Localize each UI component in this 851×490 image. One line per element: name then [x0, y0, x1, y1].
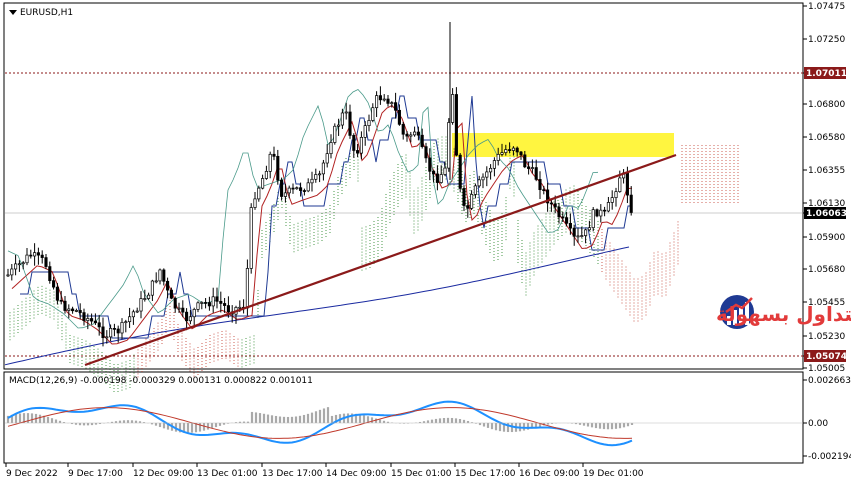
price-label: 1.05230: [808, 332, 845, 342]
price-label: 1.05005: [808, 364, 845, 374]
time-label: 16 Dec 09:00: [519, 469, 580, 479]
macd-label: MACD(12,26,9) -0.000198 -0.000329 0.0001…: [9, 376, 313, 386]
time-label: 14 Dec 09:00: [326, 469, 387, 479]
price-label: 1.06580: [808, 133, 845, 143]
chart-canvas[interactable]: EURUSD,H1 التداول بسهولة 1.074751.072501…: [0, 0, 851, 486]
price-label: 1.07250: [808, 35, 845, 45]
price-label: 1.05455: [808, 298, 845, 308]
price-label: 1.06800: [808, 100, 845, 110]
price-tag-label: 1.05074: [806, 352, 847, 362]
price-label: 1.05900: [808, 233, 845, 243]
time-label: 12 Dec 09:00: [133, 469, 194, 479]
time-label: 15 Dec 01:00: [391, 469, 452, 479]
macd-scale-label: -0.002194: [808, 452, 851, 462]
price-label: 1.07475: [808, 2, 845, 12]
time-label: 15 Dec 17:00: [455, 469, 516, 479]
macd-scale-label: 0.002663: [808, 376, 851, 386]
macd-scale-label: 0.00: [808, 419, 828, 429]
time-label: 9 Dec 17:00: [68, 469, 123, 479]
price-label: 1.06355: [808, 166, 845, 176]
price-tag-label: 1.07011: [806, 69, 847, 79]
time-label: 19 Dec 01:00: [583, 469, 644, 479]
time-label: 13 Dec 01:00: [197, 469, 258, 479]
price-tag-label: 1.06063: [806, 209, 847, 219]
supply-zone[interactable]: [452, 133, 674, 157]
time-axis[interactable]: 9 Dec 2022 9 Dec 17:00 12 Dec 09:00 13 Dec …: [5, 463, 644, 479]
chart-title: EURUSD,H1: [20, 8, 73, 18]
time-label: 9 Dec 2022: [6, 469, 58, 479]
chart-window[interactable]: EURUSD,H1 التداول بسهولة 1.074751.072501…: [0, 0, 851, 486]
main-chart-panel[interactable]: [3, 2, 804, 370]
time-label: 13 Dec 17:00: [262, 469, 323, 479]
macd-scale[interactable]: 0.002663 0.00 -0.002194: [803, 376, 851, 462]
price-label: 1.05680: [808, 265, 845, 275]
